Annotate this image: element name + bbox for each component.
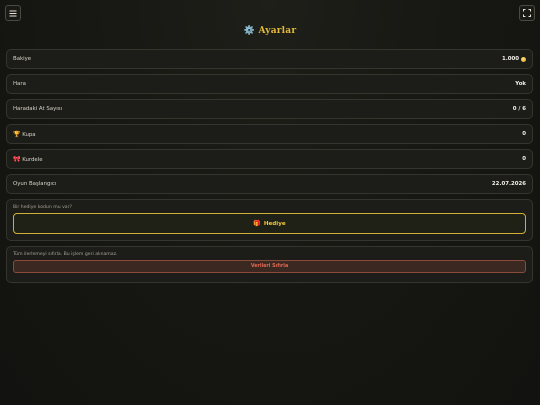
reset-section: Tüm ilerlemeyi sıfırla. Bu işlem geri al… — [6, 246, 533, 283]
cup-row: 🏆 Kupa 0 — [6, 124, 533, 144]
page-title: ⚙️ Ayarlar — [0, 26, 540, 36]
page-title-text: Ayarlar — [258, 26, 297, 36]
reset-button-label: Verileri Sıfırla — [250, 264, 289, 269]
balance-value: 1.000 — [501, 56, 519, 62]
game-start-row: Oyun Başlangıcı 22.07.2026 — [6, 174, 533, 194]
balance-label: Bakiye — [13, 56, 32, 62]
gift-button-label: Hediye — [263, 220, 286, 227]
stable-row: Hara Yok — [6, 74, 533, 94]
balance-row: Bakiye 1.000 — [6, 49, 533, 69]
fullscreen-icon — [523, 9, 531, 17]
gift-button[interactable]: 🎁 Hediye — [13, 213, 526, 234]
reset-data-button[interactable]: Verileri Sıfırla — [13, 260, 526, 273]
cup-label: Kupa — [22, 131, 36, 138]
cup-value: 0 — [522, 131, 526, 137]
ribbon-label-wrap: 🎀 Kurdele — [13, 156, 43, 163]
cup-label-wrap: 🏆 Kupa — [13, 131, 36, 138]
horse-count-value: 0 / 6 — [512, 106, 526, 112]
ribbon-row: 🎀 Kurdele 0 — [6, 149, 533, 169]
gift-code-section: Bir hediye kodun mu var? 🎁 Hediye — [6, 199, 533, 241]
stable-label: Hara — [13, 81, 26, 87]
gift-hint: Bir hediye kodun mu var? — [13, 205, 72, 210]
fullscreen-button[interactable] — [519, 5, 535, 21]
gift-icon: 🎁 — [253, 220, 261, 227]
coin-icon — [521, 56, 526, 62]
horse-count-row: Haradaki At Sayısı 0 / 6 — [6, 99, 533, 119]
ribbon-value: 0 — [522, 156, 526, 162]
game-start-value: 22.07.2026 — [491, 181, 526, 187]
game-start-label: Oyun Başlangıcı — [13, 181, 57, 187]
trophy-icon: 🏆 — [13, 130, 21, 138]
menu-button[interactable] — [5, 5, 21, 21]
reset-hint: Tüm ilerlemeyi sıfırla. Bu işlem geri al… — [13, 252, 118, 257]
ribbon-icon: 🎀 — [13, 155, 21, 163]
gear-icon: ⚙️ — [243, 26, 256, 36]
balance-value-wrap: 1.000 — [502, 56, 526, 62]
stable-value: Yok — [515, 81, 526, 87]
menu-icon — [9, 10, 17, 16]
horse-count-label: Haradaki At Sayısı — [13, 106, 63, 112]
ribbon-label: Kurdele — [22, 156, 43, 163]
